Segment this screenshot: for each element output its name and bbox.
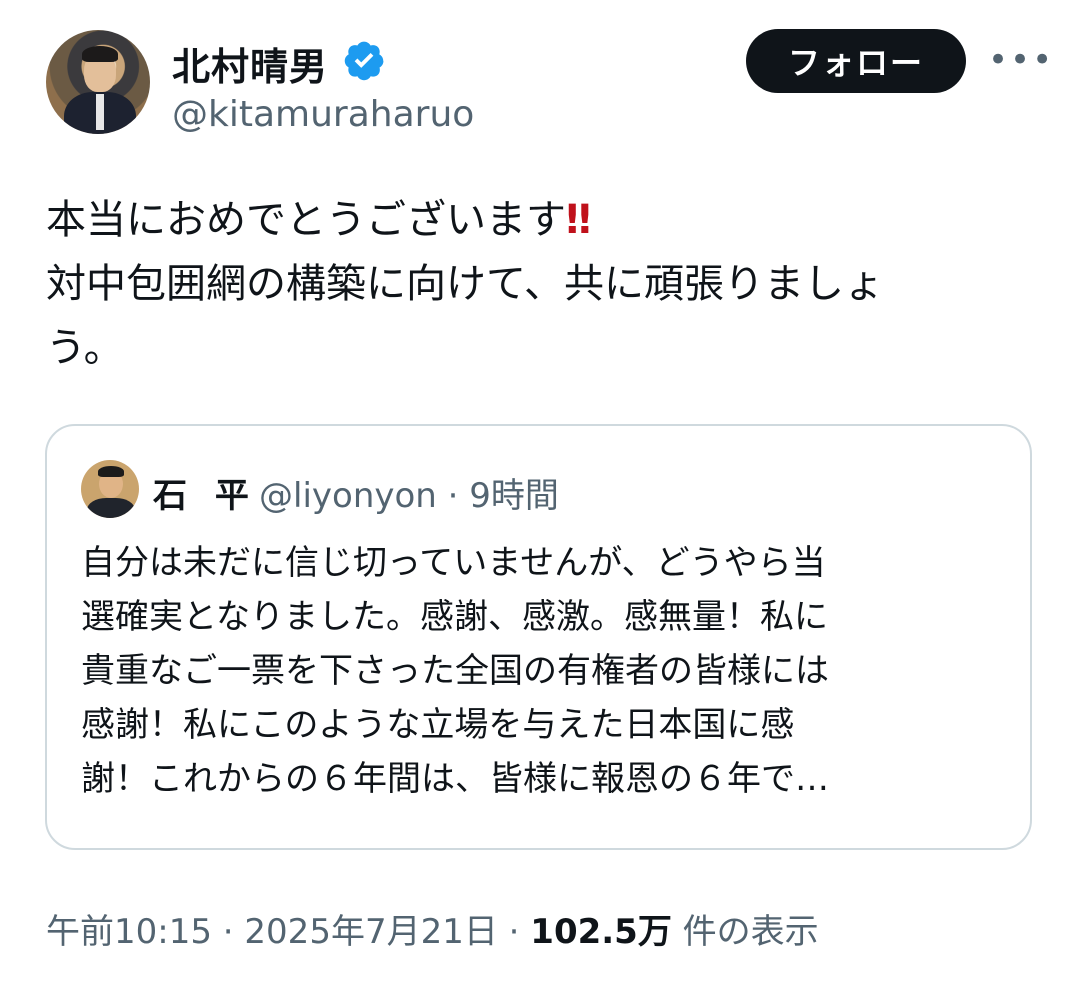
verified-badge-icon [344, 41, 384, 81]
follow-button[interactable]: フォロー [746, 29, 966, 93]
quoted-line: 貴重なご一票を下さった全国の有権者の皆様には [81, 651, 829, 691]
tweet-time[interactable]: 午前10:15 [46, 912, 212, 952]
quoted-line: 感謝！私にこのような立場を与えた日本国に感 [81, 705, 795, 745]
quoted-tweet-text: 自分は未だに信じ切っていませんが、どうやら当 選確実となりました。感謝、感激。感… [81, 536, 1011, 806]
quoted-author-avatar [81, 460, 139, 518]
view-count: 102.5万 [530, 912, 672, 952]
tweet-line-3: う。 [46, 325, 124, 371]
q-avatar-suit [87, 498, 135, 518]
quoted-author-meta: @liyonyon · 9時間 [259, 476, 559, 516]
avatar-tie [96, 94, 104, 130]
view-count-label: 件の表示 [682, 912, 819, 952]
quoted-line: 自分は未だに信じ切っていませんが、どうやら当 [81, 543, 826, 583]
quoted-tweet-card[interactable]: 石 平 @liyonyon · 9時間 自分は未だに信じ切っていませんが、どうや… [45, 424, 1032, 850]
quoted-author-name: 石 平 [153, 476, 257, 516]
quoted-author-handle: @liyonyon [259, 476, 437, 516]
tweet-meta: 午前10:15 · 2025年7月21日 · 102.5万 件の表示 [46, 912, 819, 952]
more-options-icon[interactable]: ••• [988, 38, 1052, 82]
double-exclamation-emoji: ‼ [566, 197, 592, 243]
avatar-hair [82, 46, 118, 62]
tweet-date[interactable]: 2025年7月21日 [244, 912, 497, 952]
author-avatar[interactable] [46, 30, 150, 134]
author-name[interactable]: 北村晴男 [172, 36, 328, 91]
quoted-line: 謝！これからの６年間は、皆様に報恩の６年で… [81, 759, 829, 799]
author-handle[interactable]: @kitamuraharuo [172, 94, 474, 135]
tweet-line-1: 本当におめでとうございます [46, 197, 566, 243]
quoted-time: 9時間 [469, 476, 559, 516]
tweet-line-2: 対中包囲網の構築に向けて、共に頑張りましょ [46, 261, 884, 307]
quoted-line: 選確実となりました。感謝、感激。感無量！私に [81, 597, 828, 637]
tweet-text: 本当におめでとうございます‼ 対中包囲網の構築に向けて、共に頑張りましょ う。 [46, 188, 1046, 380]
q-avatar-hair [98, 466, 124, 477]
